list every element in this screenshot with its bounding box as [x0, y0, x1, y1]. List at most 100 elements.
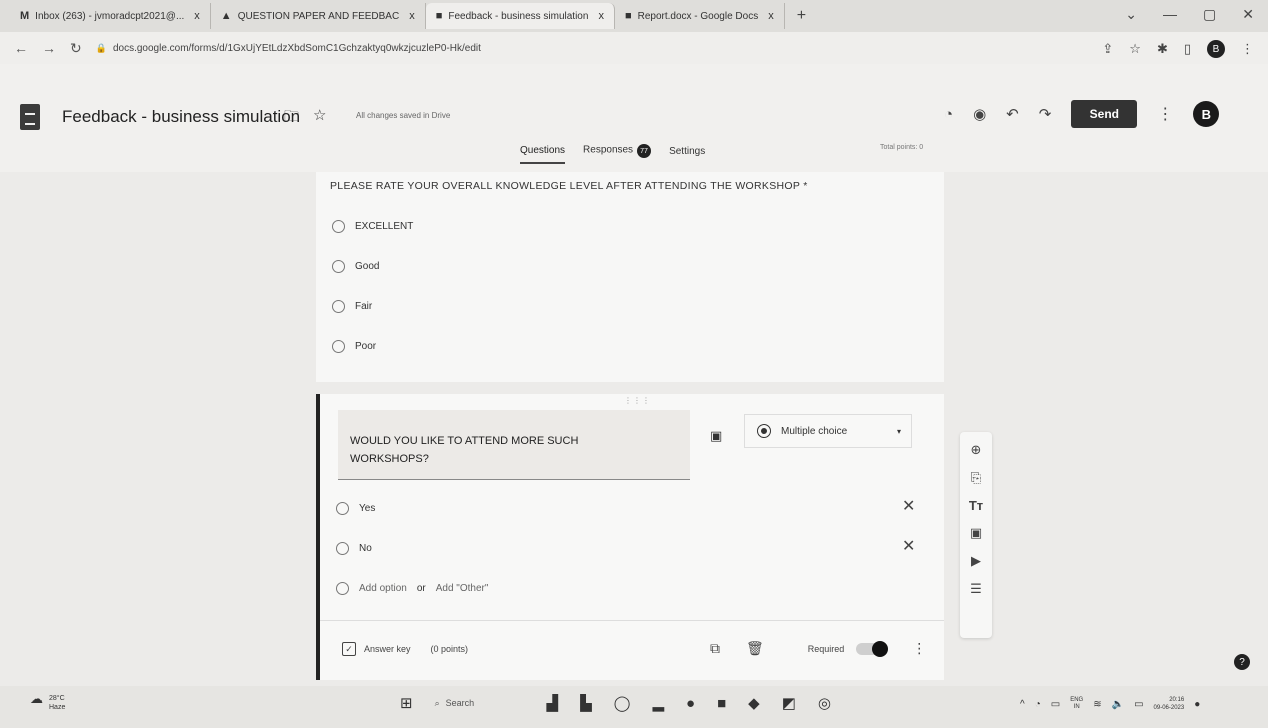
send-button[interactable]: Send: [1071, 100, 1138, 128]
add-video-icon[interactable]: ▶: [971, 553, 981, 569]
required-toggle[interactable]: [856, 640, 889, 657]
windows-start-icon[interactable]: ⊞: [400, 694, 413, 712]
import-questions-icon[interactable]: ⎘: [971, 470, 981, 486]
reload-icon[interactable]: ↻: [70, 40, 82, 57]
add-image-icon[interactable]: ▣: [710, 428, 722, 444]
tray-app-icon[interactable]: ◔: [1035, 699, 1041, 710]
widgets-icon[interactable]: ▟: [547, 694, 559, 712]
close-tab-icon[interactable]: x: [194, 10, 200, 22]
close-window-button[interactable]: ✕: [1242, 6, 1254, 23]
weather-widget[interactable]: ☁ 28°C Haze: [30, 692, 66, 712]
maximize-button[interactable]: ▢: [1203, 6, 1216, 23]
add-other-link[interactable]: Add "Other": [436, 583, 489, 594]
battery-icon[interactable]: ▭: [1134, 699, 1143, 710]
total-points: Total points: 0: [880, 144, 924, 151]
add-question-icon[interactable]: ⊕: [971, 442, 982, 458]
question-card-1[interactable]: PLEASE RATE YOUR OVERALL KNOWLEDGE LEVEL…: [316, 172, 944, 382]
bookmark-star-icon[interactable]: ☆: [1129, 41, 1141, 57]
answer-key-icon: ✓: [342, 642, 356, 656]
question-more-icon[interactable]: ⋮: [912, 640, 926, 657]
radio-icon: [332, 300, 345, 313]
taskbar-apps: ⊞ ⌕ Search ▟ ▙ ◯ ▂ ● ■ ◆ ◩ ◎: [400, 694, 831, 713]
tab-title: Feedback - business simulation: [448, 10, 589, 22]
extensions-icon[interactable]: ✱: [1157, 41, 1168, 57]
browser-tab-gmail[interactable]: M Inbox (263) - jvmoradcpt2021@... x: [10, 3, 211, 29]
more-options-icon[interactable]: ⋮: [1157, 104, 1173, 124]
wifi-icon[interactable]: ≋: [1093, 699, 1101, 710]
notification-icon[interactable]: ●: [1194, 699, 1200, 710]
close-tab-icon[interactable]: x: [768, 10, 774, 22]
add-section-icon[interactable]: ☰: [970, 581, 982, 597]
volume-icon[interactable]: 🔈: [1112, 699, 1124, 710]
chat-icon[interactable]: ◯: [614, 694, 631, 712]
tray-expand-icon[interactable]: ^: [1020, 699, 1025, 710]
taskbar-search[interactable]: ⌕ Search: [435, 698, 525, 709]
tab-questions[interactable]: Questions: [520, 145, 566, 164]
browser-tab-strip: M Inbox (263) - jvmoradcpt2021@... x ▲ Q…: [0, 0, 1268, 32]
forms-logo-icon[interactable]: [20, 104, 40, 130]
tab-responses[interactable]: Responses 77: [583, 144, 652, 164]
photo-app-icon[interactable]: ◩: [782, 694, 796, 712]
language-indicator[interactable]: ENG IN: [1070, 697, 1083, 711]
tab-settings[interactable]: Settings: [669, 146, 705, 163]
undo-icon[interactable]: ↶: [1006, 105, 1019, 123]
option-label[interactable]: No: [359, 543, 372, 554]
browser-tab-drive[interactable]: ▲ QUESTION PAPER AND FEEDBAC x: [211, 3, 426, 29]
add-title-icon[interactable]: Tт: [969, 498, 983, 513]
remove-option-icon[interactable]: ✕: [902, 536, 915, 556]
url-text: docs.google.com/forms/d/1GxUjYEtLdzXbdSo…: [112, 42, 481, 54]
window-controls: ⌄ — ▢ ✕: [1125, 6, 1254, 23]
redo-icon[interactable]: ↷: [1039, 105, 1052, 123]
remove-option-icon[interactable]: ✕: [902, 496, 915, 516]
add-option-link[interactable]: Add option: [359, 583, 407, 594]
folder-icon[interactable]: 🗀: [284, 106, 299, 131]
app-icon[interactable]: ◆: [748, 694, 760, 712]
tab-responses-label: Responses: [583, 144, 634, 156]
task-view-icon[interactable]: ▂: [652, 694, 664, 712]
url-field[interactable]: 🔒 docs.google.com/forms/d/1GxUjYEtLdzXbd…: [96, 43, 481, 54]
browser-tab-forms[interactable]: ■ Feedback - business simulation x: [425, 3, 615, 29]
option-item[interactable]: No: [336, 542, 372, 555]
close-tab-icon[interactable]: x: [409, 10, 415, 22]
chrome-icon[interactable]: ◎: [818, 694, 831, 712]
account-avatar[interactable]: B: [1193, 101, 1220, 127]
share-icon[interactable]: ⇪: [1102, 41, 1113, 57]
question-card-2[interactable]: ⋮⋮⋮ WOULD YOU LIKE TO ATTEND MORE SUCH W…: [316, 394, 944, 680]
clock-time: 20:16: [1169, 697, 1185, 703]
clock[interactable]: 20:16 09-06-2023: [1154, 696, 1185, 712]
question-type-select[interactable]: Multiple choice ▾: [744, 414, 912, 448]
store-icon[interactable]: ■: [717, 695, 726, 712]
option-label: Poor: [355, 341, 377, 352]
forward-icon[interactable]: →: [42, 40, 56, 56]
new-tab-button[interactable]: +: [785, 7, 818, 25]
option-item: Fair: [332, 300, 372, 313]
tab-title: Report.docx - Google Docs: [637, 10, 759, 22]
edge-icon[interactable]: ●: [686, 695, 695, 712]
temperature: 28°C: [49, 695, 65, 702]
palette-icon[interactable]: ◔: [944, 106, 953, 123]
close-tab-icon[interactable]: x: [598, 10, 604, 22]
star-icon[interactable]: ☆: [313, 106, 326, 131]
back-icon[interactable]: ←: [14, 40, 28, 56]
form-title[interactable]: Feedback - business simulation: [62, 107, 300, 127]
radio-icon: [336, 542, 349, 555]
answer-key-link[interactable]: ✓ Answer key (0 points): [342, 642, 468, 656]
file-explorer-icon[interactable]: ▙: [580, 694, 592, 712]
weather-condition: Haze: [49, 704, 66, 711]
delete-icon[interactable]: 🗑: [746, 640, 764, 657]
profile-avatar[interactable]: B: [1207, 40, 1225, 58]
tray-monitor-icon[interactable]: ▭: [1051, 699, 1060, 710]
drag-handle-icon[interactable]: ⋮⋮⋮: [624, 396, 651, 405]
help-icon[interactable]: ?: [1234, 654, 1250, 670]
tab-search-icon[interactable]: ⌄: [1125, 6, 1137, 23]
preview-eye-icon[interactable]: ◉: [973, 105, 986, 123]
minimize-button[interactable]: —: [1163, 6, 1177, 23]
browser-tab-docs[interactable]: ■ Report.docx - Google Docs x: [615, 3, 785, 29]
option-item[interactable]: Yes: [336, 502, 375, 515]
sidepanel-icon[interactable]: ▯: [1184, 41, 1191, 57]
duplicate-icon[interactable]: ⧉: [710, 640, 720, 657]
option-label[interactable]: Yes: [359, 503, 375, 514]
question-input[interactable]: WOULD YOU LIKE TO ATTEND MORE SUCH WORKS…: [338, 410, 690, 480]
browser-menu-icon[interactable]: ⋮: [1241, 41, 1254, 57]
add-image-icon[interactable]: ▣: [970, 525, 982, 541]
